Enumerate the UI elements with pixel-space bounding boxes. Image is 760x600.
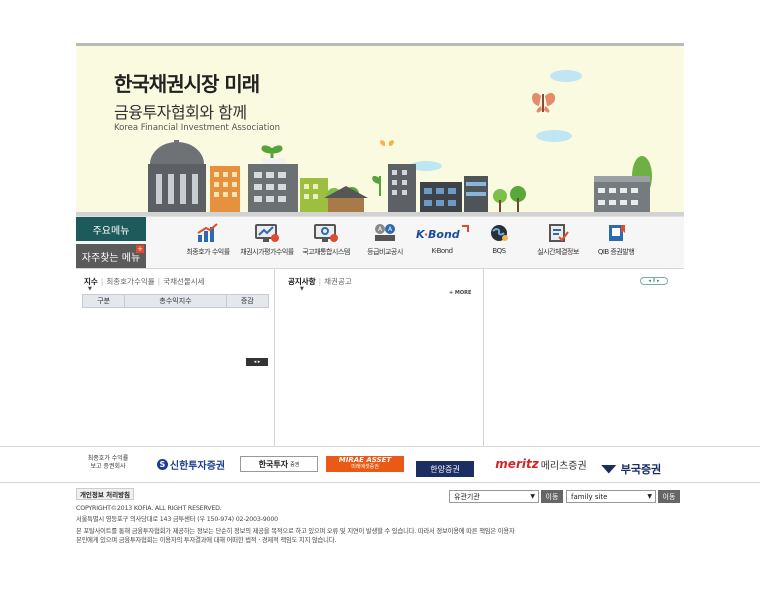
nav-item-label: 실시간체결정보 <box>537 248 579 256</box>
related-org-go-button[interactable]: 이동 <box>541 490 563 503</box>
svg-text:Bond: Bond <box>428 228 460 241</box>
partner-label: 최종호가 수익률 보고 증권회사 <box>82 455 134 471</box>
partner-top-line <box>0 446 760 447</box>
nav-item-qib-issue[interactable]: QIB 증권발행 <box>585 223 647 267</box>
quick-nav-bar: 주요메뉴 자주찾는 메뉴 + 최종호가 수익률 채권시가평가수익률 국고채통합시… <box>76 216 684 268</box>
shinhan-mark: S <box>156 458 168 470</box>
shinhan-text: 신한투자증권 <box>169 460 226 472</box>
bukook-mark <box>600 464 617 474</box>
column-divider <box>483 268 484 446</box>
nav-item-label: 최종호가 수익률 <box>186 248 230 256</box>
disclaimer-text-1: 본 포탈사이트를 통해 금융투자협회가 제공하는 정보는 단순히 정보의 제공을… <box>76 528 515 535</box>
col-header-total-return: 총수익지수 <box>124 294 227 308</box>
mirae-logo[interactable]: MIRAE ASSET 미래에셋증권 <box>326 456 404 472</box>
nav-item-kbond[interactable]: K · Bond K-Bond <box>411 223 473 267</box>
bukook-logo[interactable]: 부국증권 <box>592 462 670 476</box>
related-org-select[interactable]: 유관기관 ▼ <box>449 490 539 503</box>
nav-item-realtime-trade[interactable]: 실시간체결정보 <box>527 223 589 267</box>
butterfly-icon <box>532 92 556 113</box>
main-menu-button[interactable]: 주요메뉴 <box>76 217 146 241</box>
nav-item-treasury-system[interactable]: 국고채통합시스템 <box>295 223 357 267</box>
tab-notice[interactable]: 공지사항 <box>288 277 316 286</box>
partner-label-text: 최종호가 수익률 보고 증권회사 <box>87 455 129 470</box>
col-header-change: 증감 <box>225 294 270 308</box>
kbond-logo: K · Bond <box>416 225 469 241</box>
book-icon <box>609 225 625 241</box>
banner-pager[interactable]: ◂ II ▸ <box>640 277 668 285</box>
meritz-en: meritz <box>495 457 539 471</box>
nav-item-label: QIB 증권발행 <box>597 248 635 256</box>
caret-down-icon: ▼ <box>300 286 304 292</box>
nav-item-bqs[interactable]: BQS <box>468 223 530 267</box>
more-link[interactable]: + MORE <box>449 290 471 296</box>
hankook-logo[interactable]: 한국투자 증권 <box>240 456 318 472</box>
tab-bond-announcement[interactable]: 채권공고 <box>324 277 352 286</box>
copyright-text: COPYRIGHT©2013 KOFIA. ALL RIGHT RESERVED… <box>76 505 222 512</box>
favorite-menu-button[interactable]: 자주찾는 메뉴 + <box>76 244 146 268</box>
family-site-go-button[interactable]: 이동 <box>658 490 680 503</box>
tab-treasury-futures[interactable]: 국채선물시세 <box>163 277 204 286</box>
index-tabs: 지수 | 최종호가수익률 | 국채선물시세 <box>84 277 205 286</box>
banner-english: Korea Financial Investment Association <box>114 123 280 133</box>
mirae-en: MIRAE ASSET <box>338 456 392 464</box>
shinhan-logo[interactable]: S 신한투자증권 <box>150 456 232 472</box>
family-site-value: family site <box>571 492 608 501</box>
family-site-select[interactable]: family site ▼ <box>566 490 656 503</box>
column-divider <box>274 268 275 446</box>
bar-chart-icon <box>197 223 218 242</box>
chevron-down-icon: ▼ <box>647 493 652 500</box>
caret-down-icon: ▼ <box>88 286 92 292</box>
grade-compare-icon: AA <box>375 224 395 241</box>
mirae-ko: 미래에셋증권 <box>351 464 379 470</box>
index-table: 구분 총수익지수 증감 <box>81 294 270 308</box>
nav-item-grade-compare[interactable]: AA 등급비교공시 <box>354 223 416 267</box>
col-header-category: 구분 <box>81 294 126 308</box>
hankook-small: 증권 <box>290 461 300 468</box>
plus-icon: + <box>136 245 144 253</box>
favorite-menu-label: 자주찾는 메뉴 <box>81 252 141 264</box>
related-org-value: 유관기관 <box>454 492 480 501</box>
document-check-icon <box>549 224 569 242</box>
address-text: 서울특별시 영등포구 의사당대로 143 금투센터 (우 150-974) 02… <box>76 516 278 523</box>
hero-banner: 한국채권시장 미래 금융투자협회와 함께 Korea Financial Inv… <box>76 46 684 216</box>
nav-item-label: 채권시가평가수익률 <box>240 248 294 256</box>
meritz-logo[interactable]: meritz 메리츠증권 <box>495 456 586 472</box>
chevron-down-icon: ▼ <box>530 493 535 500</box>
partner-bottom-line <box>0 482 760 483</box>
privacy-policy-link[interactable]: 개인정보 처리방침 <box>76 488 134 500</box>
nav-item-label: K-Bond <box>431 247 453 255</box>
hanyang-logo[interactable]: 한양증권 <box>416 461 474 477</box>
meritz-ko: 메리츠증권 <box>540 460 587 472</box>
monitor-chart-icon <box>255 224 279 242</box>
monitor-gear-icon <box>314 224 338 242</box>
nav-item-label: 등급비교공시 <box>367 248 403 256</box>
banner-title: 한국채권시장 미래 <box>114 72 260 96</box>
tab-index[interactable]: 지수 <box>84 277 98 286</box>
page: 한국채권시장 미래 금융투자협회와 함께 Korea Financial Inv… <box>0 0 760 600</box>
index-pager[interactable]: ◂ ▸ <box>246 358 268 366</box>
tab-final-quote-yield[interactable]: 최종호가수익률 <box>106 277 154 286</box>
nav-item-final-quote-yield[interactable]: 최종호가 수익률 <box>177 223 239 267</box>
nav-item-market-valuation[interactable]: 채권시가평가수익률 <box>236 223 298 267</box>
globe-icon <box>491 225 508 241</box>
nav-item-label: BQS <box>492 247 506 255</box>
disclaimer-text-2: 본인에게 있으며 금융투자협회는 이용자의 투자결과에 대해 어떠한 법적 · … <box>76 537 337 544</box>
bukook-text: 부국증권 <box>620 463 662 476</box>
nav-item-label: 국고채통합시스템 <box>302 248 350 256</box>
hankook-text: 한국투자 <box>258 459 289 469</box>
notice-tabs: 공지사항 | 채권공고 <box>288 277 352 286</box>
banner-subtitle: 금융투자협회와 함께 <box>114 103 247 122</box>
